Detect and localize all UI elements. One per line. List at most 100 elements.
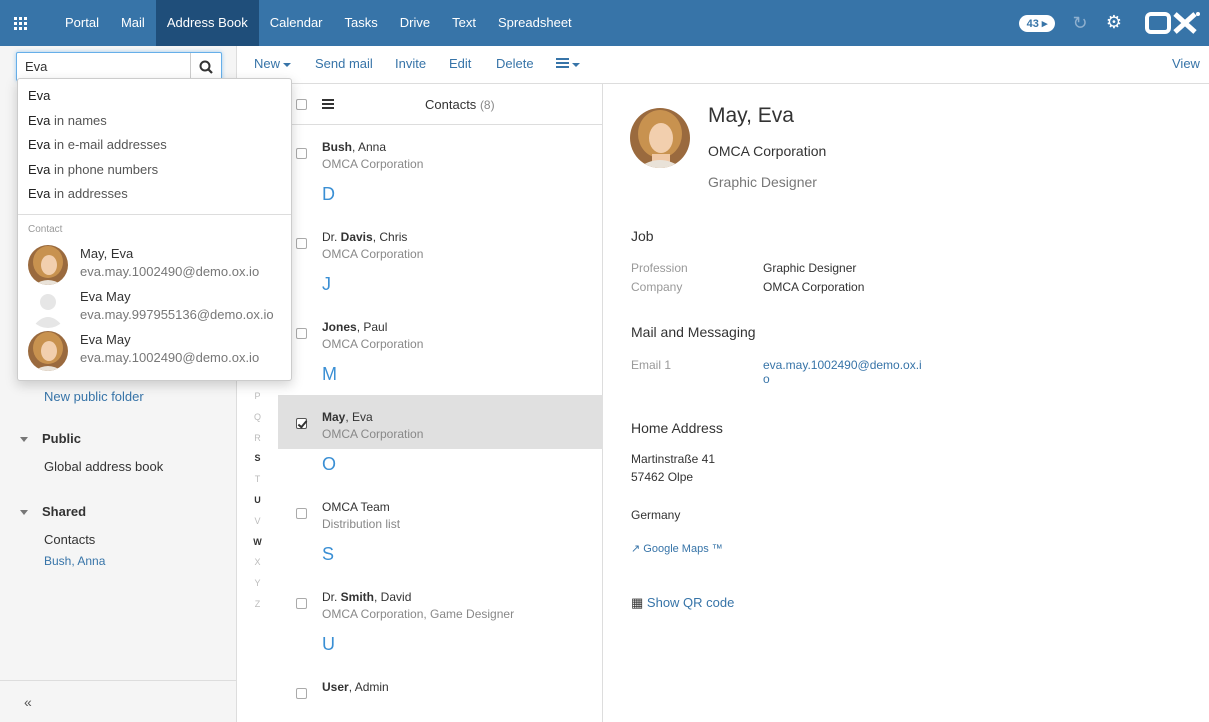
contact-count: (8): [479, 98, 495, 112]
public-section-toggle[interactable]: Public: [20, 431, 81, 446]
suggestion-contact-name[interactable]: May, Eva: [80, 246, 133, 261]
address-country: Germany: [631, 508, 681, 522]
show-qr-code-label: Show QR code: [646, 595, 735, 610]
index-letter-s[interactable]: S: [237, 453, 278, 463]
collapse-sidebar-button[interactable]: «: [0, 680, 236, 722]
folder-shared-contacts[interactable]: Contacts: [44, 532, 95, 547]
public-section-label: Public: [42, 431, 82, 446]
search-input[interactable]: [17, 53, 191, 80]
send-mail-button[interactable]: Send mail: [315, 56, 373, 71]
search-box: [16, 52, 222, 81]
contact-checkbox[interactable]: [296, 148, 307, 159]
notification-badge[interactable]: 43 ▸: [1019, 15, 1055, 32]
suggestion-contact-email[interactable]: eva.may.1002490@demo.ox.io: [80, 264, 259, 279]
email-label: Email 1: [631, 358, 672, 372]
contact-name: OMCA Team: [322, 500, 390, 514]
contact-row[interactable]: Dr. Davis, Chris OMCA Corporation: [278, 215, 603, 269]
contact-list-title-text: Contacts: [425, 97, 477, 112]
google-maps-label: Google Maps ™: [643, 543, 723, 555]
caret-down-icon: [20, 510, 28, 516]
toolbar: New Send mail Invite Edit Delete View: [237, 46, 1209, 84]
search-suggestion-option[interactable]: Eva in addresses: [28, 186, 128, 201]
more-actions-icon[interactable]: [556, 58, 569, 68]
show-qr-code-link[interactable]: ▦ Show QR code: [631, 595, 734, 611]
contact-row[interactable]: Bush, Anna OMCA Corporation: [278, 125, 603, 179]
contact-checkbox[interactable]: [296, 418, 307, 429]
tab-mail[interactable]: Mail: [110, 0, 156, 46]
search-suggestion-option[interactable]: Eva in e-mail addresses: [28, 137, 167, 152]
tab-text[interactable]: Text: [441, 0, 487, 46]
tab-drive[interactable]: Drive: [389, 0, 441, 46]
index-letter-u[interactable]: U: [237, 495, 278, 505]
tab-spreadsheet[interactable]: Spreadsheet: [487, 0, 583, 46]
index-letter-t[interactable]: T: [237, 474, 278, 484]
tab-tasks[interactable]: Tasks: [334, 0, 389, 46]
tab-calendar[interactable]: Calendar: [259, 0, 334, 46]
contact-subtitle: OMCA Corporation: [322, 247, 424, 261]
contact-row[interactable]: Dr. Smith, David OMCA Corporation, Game D…: [278, 575, 603, 629]
contact-subtitle: OMCA Corporation, Game Designer: [322, 607, 515, 621]
email-line-2: o: [763, 372, 770, 386]
contact-checkbox[interactable]: [296, 508, 307, 519]
index-letter-x[interactable]: X: [237, 557, 278, 567]
search-button[interactable]: [190, 53, 221, 80]
contact-checkbox[interactable]: [296, 328, 307, 339]
profession-value: Graphic Designer: [763, 261, 857, 275]
company-value: OMCA Corporation: [763, 280, 865, 294]
email-link[interactable]: eva.may.1002490@demo.ox.i o: [763, 358, 922, 386]
shared-user-link[interactable]: Bush, Anna: [44, 554, 105, 568]
index-letter-y[interactable]: Y: [237, 578, 278, 588]
contact-checkbox[interactable]: [296, 238, 307, 249]
contact-checkbox[interactable]: [296, 688, 307, 699]
app-launcher-icon[interactable]: [9, 12, 31, 34]
contact-company: OMCA Corporation: [708, 143, 827, 159]
contact-row[interactable]: May, Eva OMCA Corporation: [278, 395, 603, 449]
more-actions-caret-icon[interactable]: [572, 63, 580, 67]
contact-subtitle: OMCA Corporation: [322, 157, 424, 171]
folder-global-address-book[interactable]: Global address book: [44, 459, 163, 474]
ox-logo: [1145, 12, 1200, 34]
select-all-checkbox[interactable]: [296, 99, 307, 110]
address-city: 57462 Olpe: [631, 470, 694, 484]
suggestion-contact-name[interactable]: Eva May: [80, 332, 131, 347]
letter-divider-j: J: [322, 274, 331, 294]
contact-list-header: Contacts (8): [278, 84, 603, 125]
contact-list: Contacts (8) Bush, Anna OMCA Corporation D…: [278, 84, 603, 722]
contact-detail: May, Eva OMCA Corporation Graphic Design…: [603, 84, 1209, 722]
index-letter-q[interactable]: Q: [237, 412, 278, 422]
google-maps-link[interactable]: ↗ Google Maps ™: [631, 542, 723, 555]
index-letter-r[interactable]: R: [237, 433, 278, 443]
profession-label: Profession: [631, 261, 688, 275]
contact-list-title: Contacts (8): [425, 97, 495, 112]
new-button[interactable]: New: [254, 56, 292, 71]
invite-button[interactable]: Invite: [395, 56, 426, 71]
contact-name: Jones, Paul: [322, 320, 388, 334]
view-button[interactable]: View: [1172, 56, 1200, 71]
email-line-1: eva.may.1002490@demo.ox.i: [763, 358, 922, 372]
index-letter-w[interactable]: W: [237, 537, 278, 547]
suggestion-contact-email[interactable]: eva.may.997955136@demo.ox.io: [80, 307, 274, 322]
index-letter-v[interactable]: V: [237, 516, 278, 526]
gear-icon[interactable]: ⚙: [1104, 12, 1124, 32]
contact-row[interactable]: OMCA Team Distribution list: [278, 485, 603, 539]
refresh-icon[interactable]: ↻: [1070, 13, 1090, 33]
suggestion-contact-name[interactable]: Eva May: [80, 289, 131, 304]
contact-row[interactable]: Jones, Paul OMCA Corporation: [278, 305, 603, 359]
index-letter-p[interactable]: P: [237, 391, 278, 401]
tab-portal[interactable]: Portal: [54, 0, 110, 46]
caret-down-icon: [20, 437, 28, 443]
search-suggestion-option[interactable]: Eva: [28, 88, 50, 103]
mail-section-header: Mail and Messaging: [631, 324, 756, 340]
suggestion-contact-email[interactable]: eva.may.1002490@demo.ox.io: [80, 350, 259, 365]
delete-button[interactable]: Delete: [496, 56, 534, 71]
new-public-folder-link[interactable]: New public folder: [44, 389, 144, 404]
contact-row[interactable]: User, Admin: [278, 665, 603, 719]
contact-checkbox[interactable]: [296, 598, 307, 609]
tab-address-book[interactable]: Address Book: [155, 0, 259, 46]
search-suggestion-option[interactable]: Eva in phone numbers: [28, 162, 158, 177]
shared-section-toggle[interactable]: Shared: [20, 504, 86, 519]
search-suggestion-option[interactable]: Eva in names: [28, 113, 107, 128]
edit-button[interactable]: Edit: [449, 56, 471, 71]
list-view-icon[interactable]: [322, 99, 334, 109]
index-letter-z[interactable]: Z: [237, 599, 278, 609]
